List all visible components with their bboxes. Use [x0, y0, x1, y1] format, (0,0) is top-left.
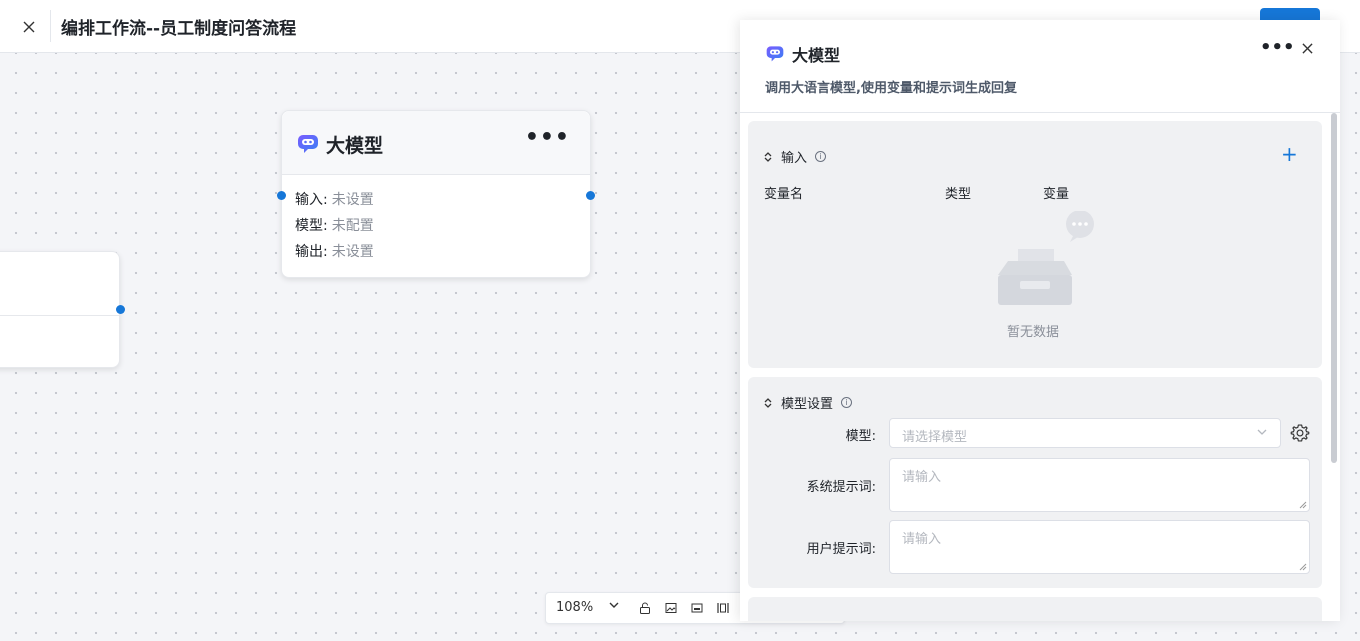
fit-view-icon: [717, 603, 729, 613]
image-icon: [665, 603, 677, 613]
row-label: 输出:: [295, 244, 328, 260]
fit-view-button[interactable]: [714, 599, 732, 617]
zoom-dropdown[interactable]: [608, 599, 620, 615]
input-section-header[interactable]: 输入 i: [763, 147, 827, 166]
empty-state-text: 暂无数据: [1007, 325, 1060, 340]
user-prompt-label: 用户提示词:: [806, 542, 876, 557]
empty-data-icon: [998, 211, 1094, 305]
chevron-down-icon: [1257, 429, 1267, 435]
node-header: [0, 252, 119, 316]
system-prompt-input[interactable]: 请输入: [889, 458, 1310, 512]
lock-button[interactable]: [636, 599, 654, 617]
export-image-button[interactable]: [662, 599, 680, 617]
node-more-button[interactable]: •••: [525, 125, 570, 150]
node-output-handle[interactable]: [116, 305, 125, 314]
node-output-handle[interactable]: [586, 191, 595, 200]
model-select[interactable]: 请选择模型: [889, 418, 1281, 448]
info-icon: i: [815, 151, 827, 162]
gear-icon[interactable]: [1290, 423, 1310, 443]
system-prompt-label: 系统提示词:: [806, 480, 876, 495]
select-placeholder: 请选择模型: [902, 430, 968, 445]
collapse-toggle-icon: [764, 397, 772, 408]
row-value: 未设置: [331, 192, 374, 208]
model-section-header[interactable]: 模型设置 i: [763, 393, 853, 412]
textarea-placeholder: 请输入: [902, 470, 942, 485]
node-output-row: 输出: 未设置: [295, 241, 374, 261]
node-input-row: 输入: 未设置: [295, 189, 374, 209]
panel-divider: [740, 112, 1340, 113]
column-header-variable-name: 变量名: [764, 187, 804, 202]
column-header-variable: 变量: [1043, 187, 1070, 202]
close-icon: [1301, 42, 1313, 54]
node-header: 大模型 •••: [282, 111, 590, 175]
row-value: 未配置: [331, 218, 374, 234]
panel-description: 调用大语言模型,使用变量和提示词生成回复: [765, 81, 1017, 96]
llm-node[interactable]: 大模型 ••• 输入: 未设置 模型: 未配置 输出: 未设置: [277, 110, 595, 278]
panel-title: 大模型: [792, 46, 841, 65]
textarea-placeholder: 请输入: [902, 532, 942, 547]
column-header-type: 类型: [945, 187, 972, 202]
row-value: 未设置: [331, 244, 374, 260]
model-settings-section: 模型设置 i 模型: 请选择模型 系统提示词: 请输入 用户提示词: 请输入: [748, 377, 1322, 588]
node-input-handle[interactable]: [277, 191, 286, 200]
zoom-level[interactable]: 108%: [556, 600, 593, 615]
robot-icon: [298, 135, 318, 153]
start-node[interactable]: [0, 251, 125, 368]
info-icon: i: [841, 397, 853, 408]
panel-body: 输入 i + 变量名 类型 变量 暂无数据 模型设置 i 模型: 请选择模型 系…: [748, 121, 1323, 621]
panel-close-button[interactable]: [1298, 39, 1316, 57]
robot-icon: [766, 46, 784, 62]
user-prompt-input[interactable]: 请输入: [889, 520, 1310, 574]
panel-scrollbar[interactable]: [1331, 113, 1337, 463]
resize-grip-icon[interactable]: [1299, 563, 1307, 571]
minimap-icon: [691, 603, 703, 613]
close-editor-button[interactable]: [14, 12, 44, 42]
unlock-icon: [640, 602, 650, 614]
node-config-panel: 大模型 ••• 调用大语言模型,使用变量和提示词生成回复 输入 i + 变量名 …: [740, 20, 1340, 621]
section-title: 模型设置: [781, 397, 834, 412]
row-label: 模型:: [295, 218, 328, 234]
input-section: 输入 i + 变量名 类型 变量 暂无数据: [748, 121, 1322, 368]
close-icon: [23, 21, 35, 33]
resize-grip-icon[interactable]: [1299, 501, 1307, 509]
section-title: 输入: [781, 151, 808, 166]
output-section: [748, 597, 1322, 621]
add-variable-button[interactable]: +: [1281, 144, 1298, 164]
header-divider: [50, 10, 51, 42]
node-title: 大模型: [326, 135, 384, 157]
chevron-down-icon: [609, 602, 619, 608]
row-label: 输入:: [295, 192, 328, 208]
collapse-toggle-icon: [764, 151, 772, 162]
node-model-row: 模型: 未配置: [295, 215, 374, 235]
model-label: 模型:: [845, 429, 876, 444]
page-title: 编排工作流--员工制度问答流程: [61, 19, 297, 39]
panel-more-button[interactable]: •••: [1260, 37, 1295, 58]
minimap-button[interactable]: [688, 599, 706, 617]
